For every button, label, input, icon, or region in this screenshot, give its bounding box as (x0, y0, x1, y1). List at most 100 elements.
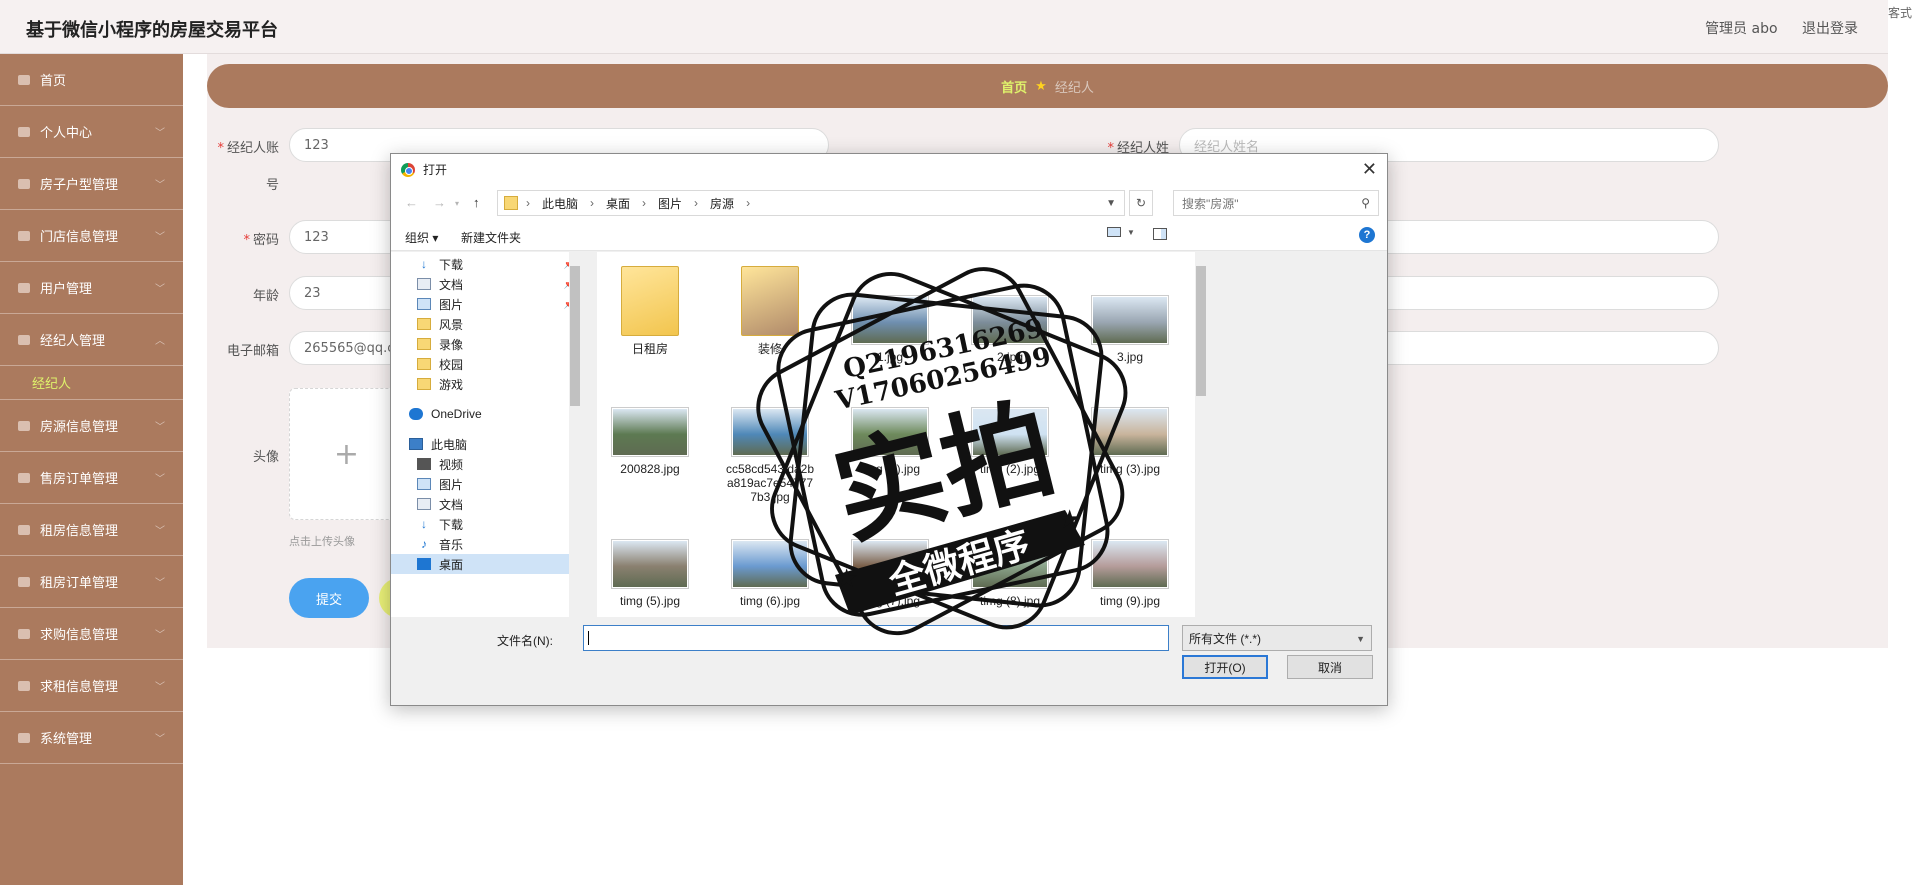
tree-item[interactable]: 此电脑 (391, 434, 581, 454)
tree-item[interactable]: 文档📌 (391, 274, 581, 294)
grid-scrollbar[interactable] (1195, 252, 1207, 618)
chrome-icon (401, 162, 415, 177)
tree-item-label: 录像 (439, 337, 464, 352)
user-icon (18, 126, 30, 137)
tree-item[interactable]: OneDrive (391, 404, 581, 424)
tree-item[interactable]: 录像 (391, 334, 581, 354)
search-input[interactable]: 搜索"房源" ⚲ (1173, 190, 1379, 216)
password-label-text: 密码 (252, 233, 279, 248)
file-item[interactable]: timg (3).jpg (1085, 398, 1175, 476)
desk-icon (417, 558, 431, 570)
nav-home[interactable]: 首页 (0, 54, 183, 106)
tree-scrollbar[interactable] (569, 252, 581, 618)
tree-item-label: 文档 (439, 277, 464, 292)
cancel-button[interactable]: 取消 (1287, 655, 1373, 679)
nav-rent-requests[interactable]: 求租信息管理 ﹀ (0, 660, 183, 712)
tree-item[interactable]: 校园 (391, 354, 581, 374)
tree-item[interactable]: 文档 (391, 494, 581, 514)
back-icon[interactable]: ← (405, 195, 418, 210)
nav-purchase-requests[interactable]: 求购信息管理 ﹀ (0, 608, 183, 660)
nav-store[interactable]: 门店信息管理 ﹀ (0, 210, 183, 262)
email-label: 电子邮箱 (226, 344, 279, 359)
image-thumbnail (612, 408, 688, 456)
tree-item-label: 图片 (439, 297, 464, 312)
nav-rentals[interactable]: 租房信息管理 ﹀ (0, 504, 183, 556)
new-folder-button[interactable]: 新建文件夹 (461, 229, 521, 246)
nav-rent-orders[interactable]: 租房订单管理 ﹀ (0, 556, 183, 608)
tree-item[interactable]: 图片📌 (391, 294, 581, 314)
nav-system[interactable]: 系统管理 ﹀ (0, 712, 183, 764)
up-icon[interactable]: ↑ (473, 195, 480, 210)
path-segment[interactable]: 桌面 (606, 195, 630, 212)
file-item[interactable]: 200828.jpg (605, 398, 695, 476)
file-item[interactable]: timg (9).jpg (1085, 530, 1175, 608)
file-item[interactable]: timg (6).jpg (725, 530, 815, 608)
nav-listings[interactable]: 房源信息管理 ﹀ (0, 400, 183, 452)
tree-scroll-thumb[interactable] (570, 266, 580, 406)
close-icon[interactable]: ✕ (1362, 159, 1377, 180)
tree-item[interactable]: 游戏 (391, 374, 581, 394)
submit-button[interactable]: 提交 (289, 578, 369, 618)
listing-icon (18, 420, 30, 431)
tree-item[interactable]: 桌面 (391, 554, 581, 574)
tree-item[interactable]: 视频 (391, 454, 581, 474)
help-icon[interactable]: ? (1359, 227, 1375, 243)
path-segment[interactable]: 此电脑 (542, 195, 578, 212)
tree-item[interactable]: 风景 (391, 314, 581, 334)
recent-dropdown-icon[interactable]: ▾ (455, 199, 459, 208)
breadcrumb-home[interactable]: 首页 (1001, 77, 1027, 96)
file-item[interactable]: timg (2).jpg (965, 398, 1055, 476)
mail-icon (18, 628, 30, 639)
file-type-select[interactable]: 所有文件 (*.*) ▼ (1182, 625, 1372, 651)
file-item[interactable]: 2.jpg (965, 266, 1055, 364)
pic-icon (417, 298, 431, 310)
file-item[interactable]: 1.jpg (845, 266, 935, 364)
file-item[interactable]: timg (5).jpg (605, 530, 695, 608)
path-segment[interactable]: 房源 (710, 195, 734, 212)
file-name: cc58cd543fda2ba819ac7e547777b3.jpg (725, 462, 815, 504)
nav-users[interactable]: 用户管理 ﹀ (0, 262, 183, 314)
store-icon (18, 230, 30, 241)
filename-input[interactable] (583, 625, 1169, 651)
folder-item[interactable]: 装修 (725, 266, 815, 356)
home-icon (18, 74, 30, 85)
video-icon (417, 458, 431, 470)
required-mark: * (243, 233, 250, 248)
chevron-down-icon[interactable]: ▼ (1106, 198, 1116, 209)
nav-label: 求购信息管理 (40, 628, 119, 643)
nav-agents[interactable]: 经纪人管理 ︿ (0, 314, 183, 366)
current-user[interactable]: 管理员 abo (1705, 21, 1777, 37)
address-bar[interactable]: › 此电脑 › 桌面 › 图片 › 房源 › ▼ (497, 190, 1125, 216)
nav-profile[interactable]: 个人中心 ﹀ (0, 106, 183, 158)
open-button[interactable]: 打开(O) (1182, 655, 1268, 679)
music-icon: ♪ (421, 537, 427, 551)
grid-scroll-thumb[interactable] (1196, 266, 1206, 396)
folder-item[interactable]: 日租房 (605, 266, 695, 356)
file-item[interactable]: timg (8).jpg (965, 530, 1055, 608)
forward-icon[interactable]: → (433, 195, 446, 210)
file-item[interactable]: timg (1).jpg (845, 398, 935, 476)
nav-house-type[interactable]: 房子户型管理 ﹀ (0, 158, 183, 210)
file-item[interactable]: cc58cd543fda2ba819ac7e547777b3.jpg (725, 398, 815, 504)
preview-pane-icon[interactable] (1153, 228, 1167, 240)
file-name: timg (8).jpg (979, 594, 1041, 608)
refresh-icon[interactable]: ↻ (1129, 190, 1153, 216)
logout-link[interactable]: 退出登录 (1802, 21, 1858, 37)
avatar-upload[interactable]: + (289, 388, 404, 520)
file-item[interactable]: timg (7).jpg (845, 530, 935, 608)
send-icon (18, 524, 30, 535)
tree-item[interactable]: ♪ 音乐 (391, 534, 581, 554)
age-label: 年龄 (252, 289, 279, 304)
chevron-down-icon: ﹀ (155, 422, 165, 433)
organize-button[interactable]: 组织 ▾ (405, 229, 438, 246)
file-name: 日租房 (631, 342, 668, 356)
tree-item[interactable]: ↓下载📌 (391, 254, 581, 274)
path-segment[interactable]: 图片 (658, 195, 682, 212)
nav-sale-orders[interactable]: 售房订单管理 ﹀ (0, 452, 183, 504)
tree-item[interactable]: 图片 (391, 474, 581, 494)
tree-item[interactable]: ↓ 下载 (391, 514, 581, 534)
nav-sub-agent[interactable]: 经纪人 (0, 366, 183, 400)
tree-item-label: 图片 (439, 477, 464, 492)
file-item[interactable]: 3.jpg (1085, 266, 1175, 364)
view-menu-button[interactable]: ▼ (1107, 227, 1135, 237)
